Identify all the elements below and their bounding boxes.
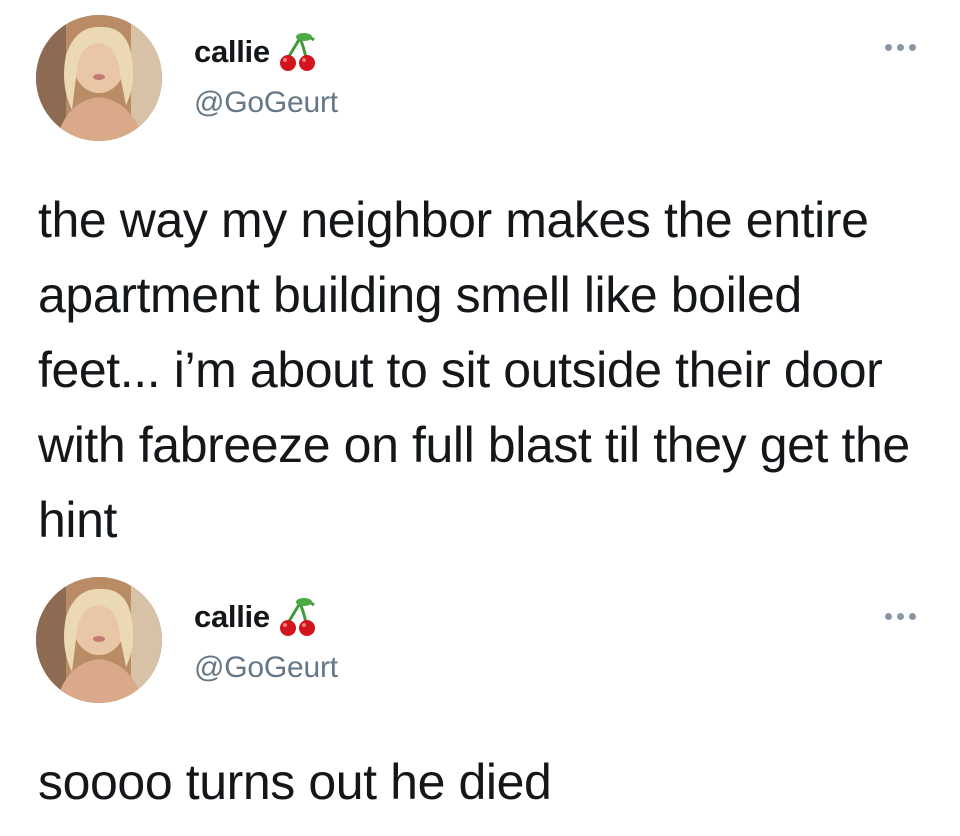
avatar[interactable]: [36, 15, 162, 141]
cherry-icon: [276, 30, 320, 74]
handle[interactable]: @GoGeurt: [194, 86, 338, 120]
more-options-button[interactable]: [876, 32, 924, 62]
name-row: callie: [194, 30, 320, 74]
more-options-icon: [908, 43, 916, 51]
more-options-icon: [884, 612, 892, 620]
display-name[interactable]: callie: [194, 599, 270, 635]
avatar[interactable]: [36, 577, 162, 703]
tweet: callie @GoGeurt the way my neighbor make…: [0, 0, 960, 560]
tweet: callie @GoGeurt soooo turns out he died: [0, 565, 960, 836]
more-options-button[interactable]: [876, 601, 924, 631]
name-row: callie: [194, 595, 320, 639]
tweet-text: the way my neighbor makes the entire apa…: [38, 192, 910, 548]
more-options-icon: [896, 612, 904, 620]
handle[interactable]: @GoGeurt: [194, 651, 338, 685]
cherry-icon: [276, 595, 320, 639]
display-name[interactable]: callie: [194, 34, 270, 70]
tweet-text: soooo turns out he died: [38, 754, 552, 810]
more-options-icon: [908, 612, 916, 620]
more-options-icon: [884, 43, 892, 51]
more-options-icon: [896, 43, 904, 51]
